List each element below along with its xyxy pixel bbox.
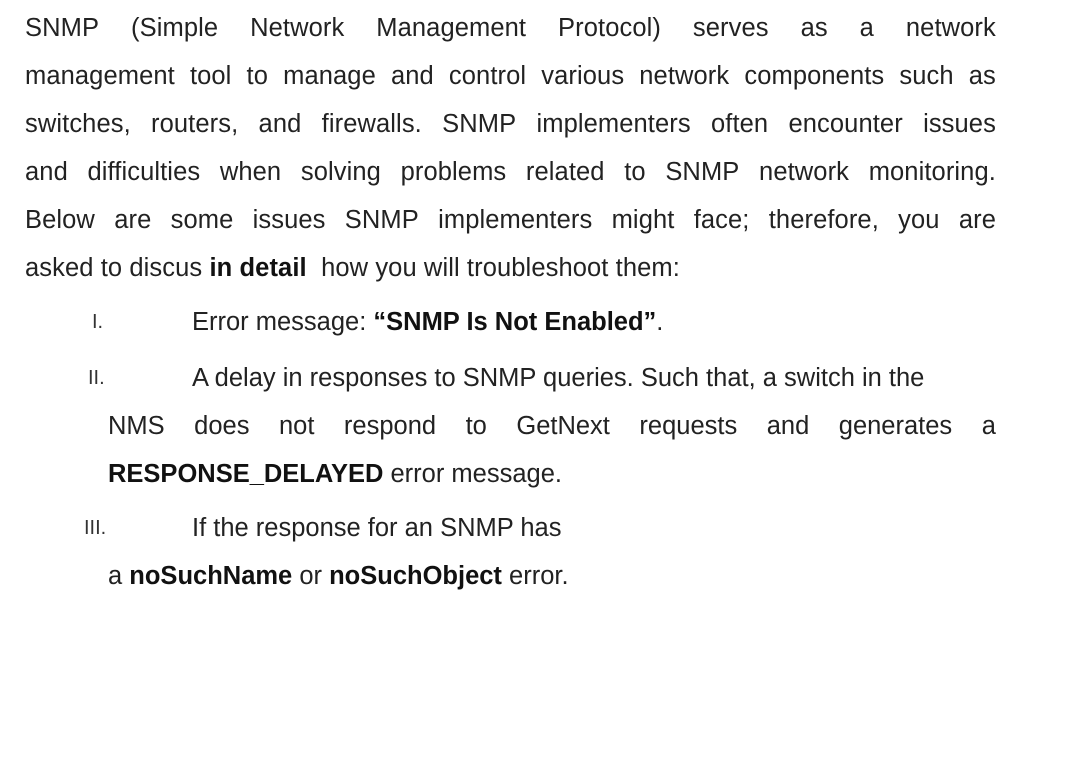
intro-text: how you will troubleshoot them: [306,254,680,282]
word: problems [400,158,507,186]
nosuchname-bold: noSuchName [129,562,293,590]
word: and [766,412,810,440]
word: encounter [788,110,903,138]
list-item-2: A delay in responses to SNMP queries. Su… [192,354,996,402]
word: often [710,110,769,138]
word: issues [252,206,326,234]
word: as [800,14,828,42]
list-item-3: If the response for an SNMP has [192,504,561,552]
word: implementers [536,110,691,138]
word: to [624,158,646,186]
word: you [898,206,940,234]
item-text: error. [501,562,569,590]
list-numeral: I. [92,311,104,333]
word: Below [25,206,95,234]
item-text: Error message: [192,308,374,336]
word: to [246,62,269,90]
word: network [905,14,996,42]
word: related [525,158,605,186]
word: management [25,62,175,90]
word: implementers [438,206,593,234]
emphasis-in-detail: in detail [209,254,307,282]
word: manage [283,62,376,90]
item-text: error message. [383,460,562,488]
word: serves [692,14,769,42]
error-message-bold: “SNMP Is Not Enabled” [373,308,657,336]
word: switches, [25,110,131,138]
word: face; [693,206,750,234]
word: Network [250,14,345,42]
item-text: a [108,562,130,590]
document-page: SNMP (Simple Network Management Protocol) ser… [0,0,1080,758]
intro-line: and difficulties when solving problems relate… [25,148,996,196]
intro-line: management tool to manage and control various n… [25,52,996,100]
word: might [611,206,675,234]
response-delayed-bold: RESPONSE_DELAYED [108,460,384,488]
word: SNMP [665,158,740,186]
word: firewalls. [321,110,422,138]
list-numeral: II. [88,367,105,389]
item-text: A delay in responses to SNMP queries. Su… [192,364,925,392]
item-text: If the response for an SNMP has [192,514,562,542]
word: are [114,206,152,234]
intro-line: asked to discus in detail how you will t… [25,244,996,292]
word: and [258,110,302,138]
intro-paragraph: SNMP (Simple Network Management Protocol) ser… [25,4,996,292]
intro-line: SNMP (Simple Network Management Protocol) ser… [25,4,996,52]
word: and [390,62,434,90]
intro-line: switches, routers, and firewalls. SNMP implem… [25,100,996,148]
word: monitoring. [868,158,996,186]
word: network [759,158,850,186]
word: to [465,412,487,440]
word: such [899,62,954,90]
intro-text: asked to discus [25,254,210,282]
list-item-2-continuation: RESPONSE_DELAYED error message. [108,450,996,498]
word: generates [838,412,953,440]
word: does [194,412,250,440]
word: requests [639,412,738,440]
word: issues [923,110,996,138]
word: tool [189,62,232,90]
word: control [448,62,527,90]
word: a [981,412,996,440]
word: when [219,158,282,186]
word: SNMP [442,110,517,138]
list-item-1: Error message: “SNMP Is Not Enabled”. [192,298,663,346]
word: a [859,14,874,42]
word: components [744,62,885,90]
word: various [541,62,625,90]
word: respond [343,412,437,440]
word: not [278,412,315,440]
word: difficulties [87,158,201,186]
word: and [25,158,68,186]
word: Management [376,14,527,42]
list-item-3-continuation: a noSuchName or noSuchObject error. [108,552,996,600]
word: (Simple [131,14,219,42]
nosuchobject-bold: noSuchObject [329,562,502,590]
intro-line: Below are some issues SNMP implementers might f… [25,196,996,244]
list-item-2-continuation: NMS does not respond to GetNext requests and gen… [108,402,996,450]
word: as [968,62,996,90]
word: routers, [151,110,239,138]
word: SNMP [25,14,100,42]
word: therefore, [768,206,879,234]
word: are [958,206,996,234]
word: some [170,206,234,234]
word: solving [300,158,381,186]
word: GetNext [516,412,610,440]
list-numeral: III. [84,517,107,539]
word: NMS [108,412,165,440]
item-text: or [292,562,330,590]
word: SNMP [344,206,419,234]
word: network [639,62,730,90]
item-text: . [656,308,664,336]
word: Protocol) [558,14,661,42]
